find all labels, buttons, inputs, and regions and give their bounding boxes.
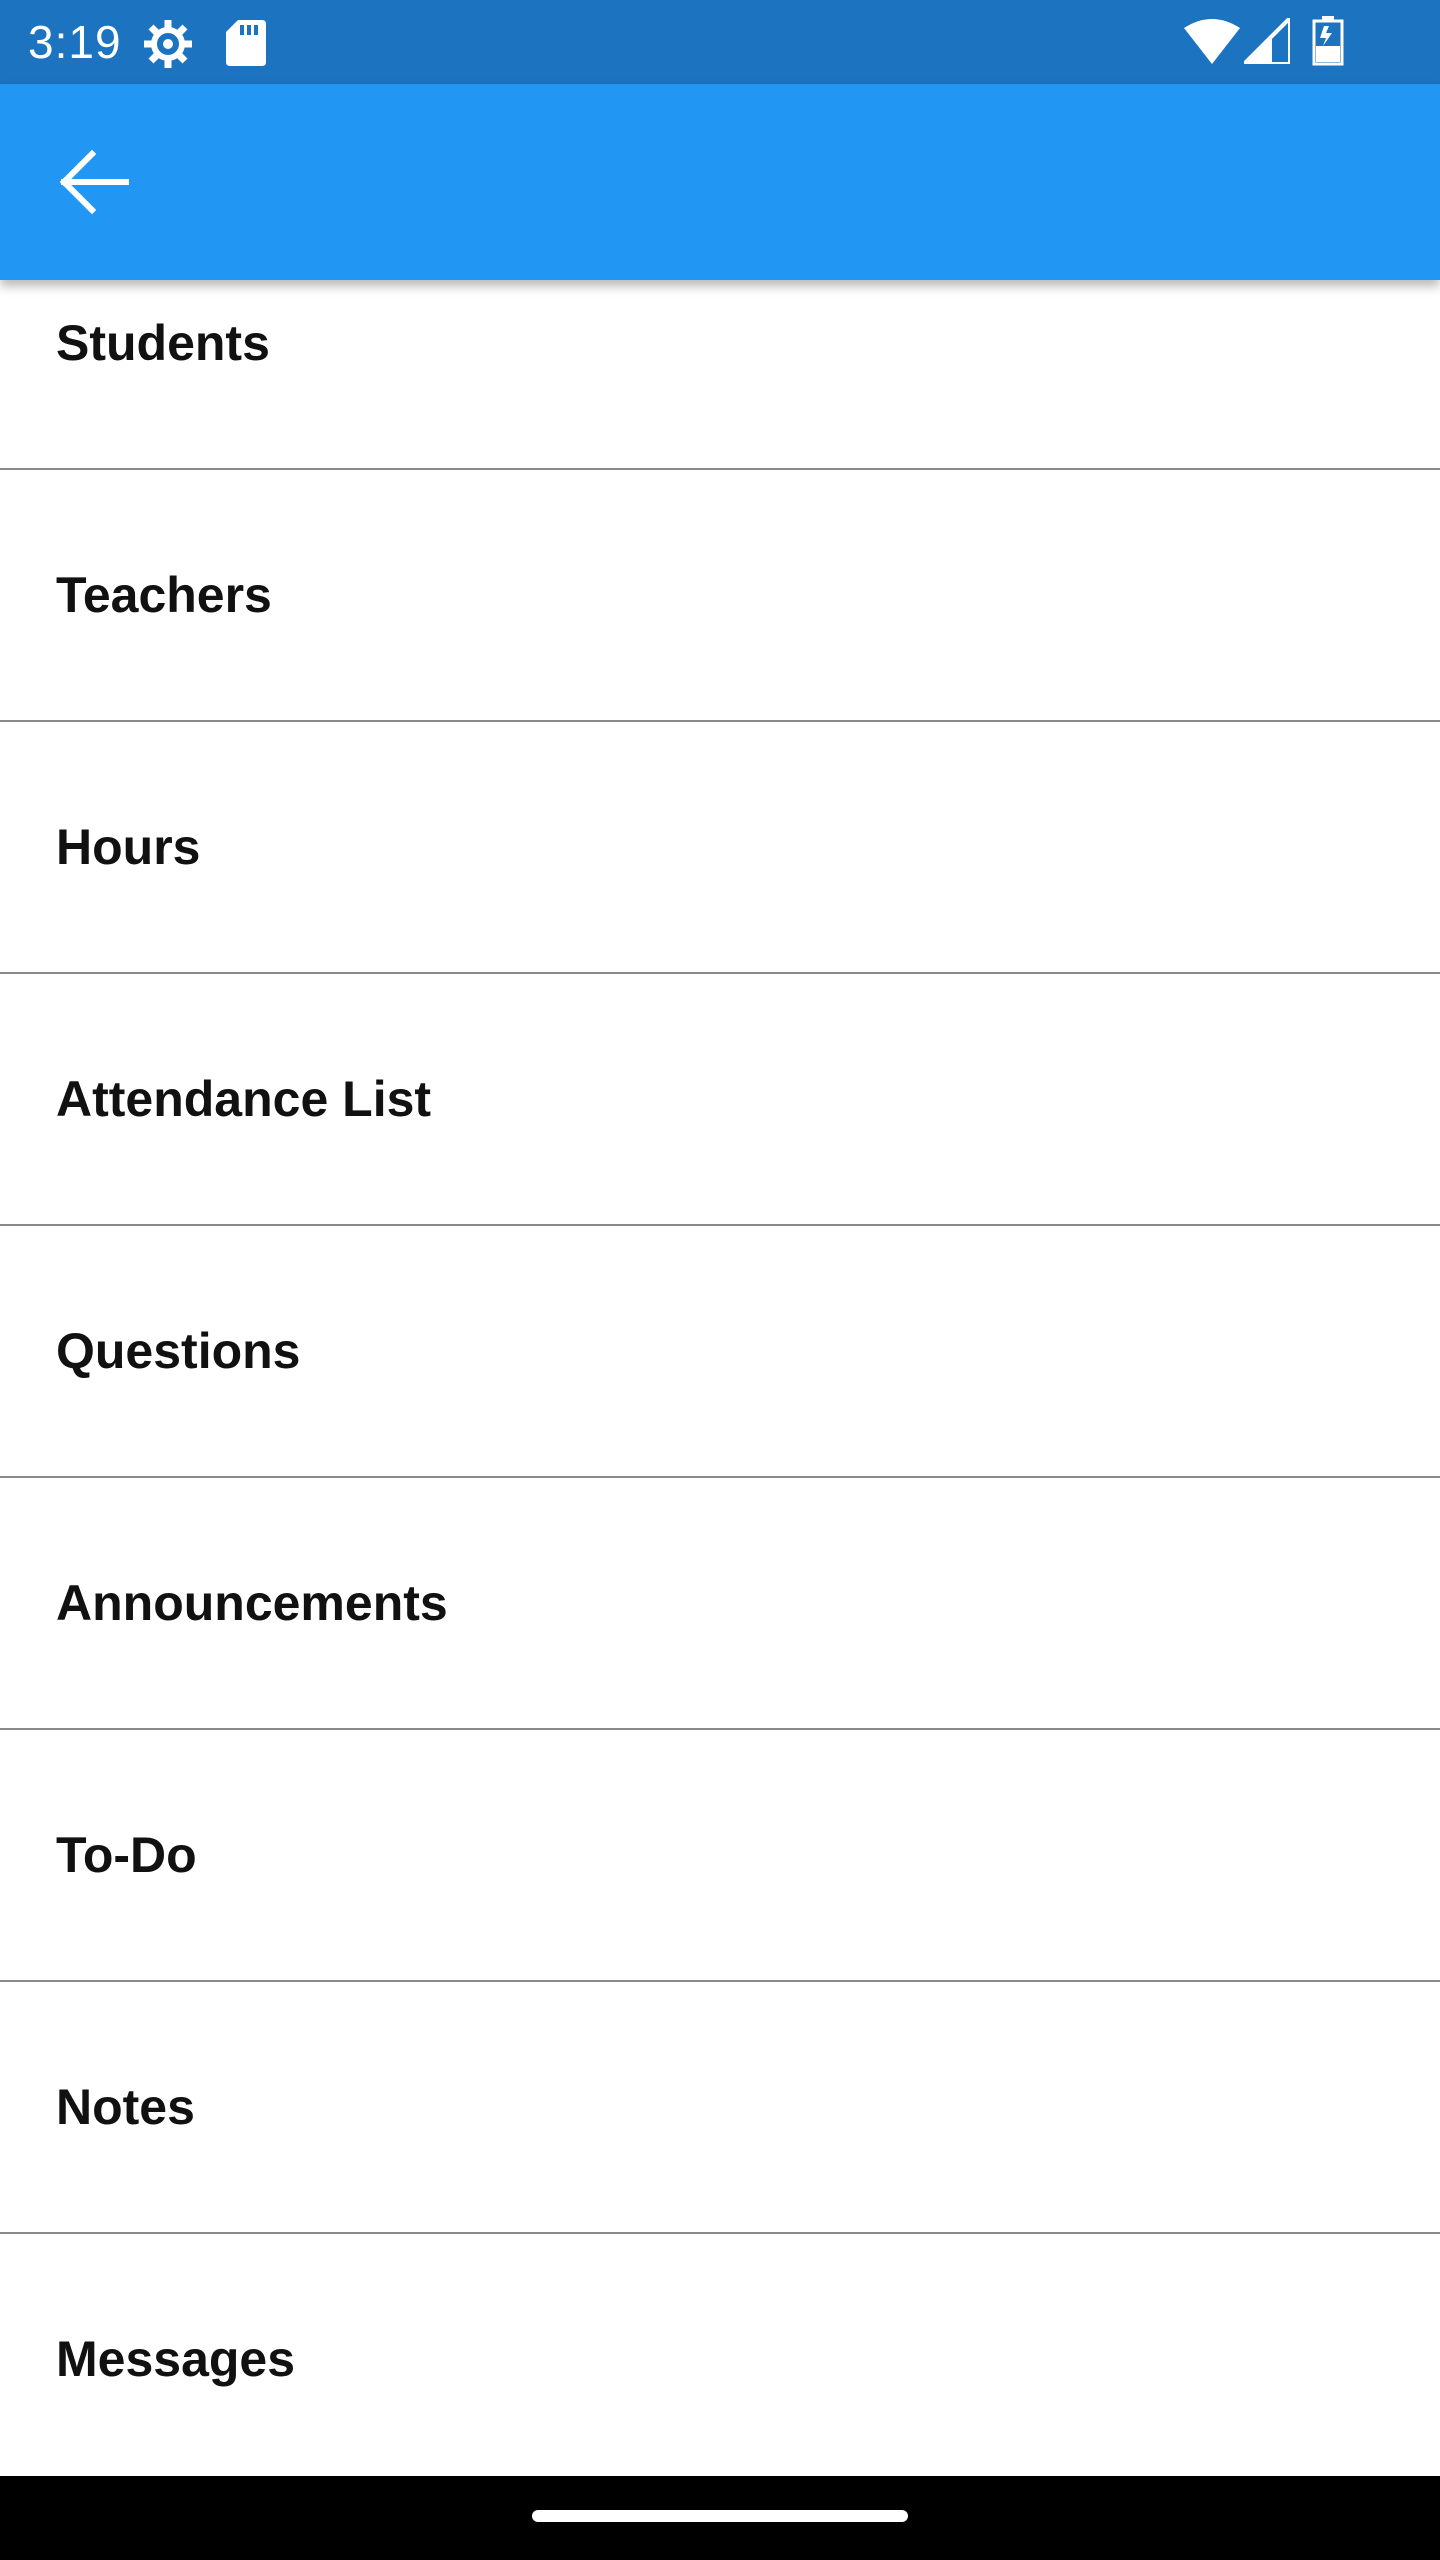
list-item-label: Attendance List <box>56 1071 432 1127</box>
gear-icon <box>144 20 192 68</box>
app-bar <box>0 84 1440 280</box>
home-gesture-handle[interactable] <box>532 2510 908 2522</box>
back-button[interactable] <box>40 128 148 236</box>
battery-icon <box>1312 16 1344 66</box>
list-item-label: Hours <box>56 819 201 875</box>
status-time: 3:19 <box>28 16 122 68</box>
menu-list: Students Teachers Hours Attendance List … <box>0 280 1440 2476</box>
wifi-icon <box>1184 19 1240 64</box>
list-item-announcements[interactable]: Announcements <box>0 1478 1440 1730</box>
list-item-label: Students <box>56 315 270 371</box>
list-item-label: Announcements <box>56 1575 448 1631</box>
list-item-notes[interactable]: Notes <box>0 1982 1440 2234</box>
cellular-signal-icon <box>1244 18 1290 64</box>
list-item-hours[interactable]: Hours <box>0 722 1440 974</box>
list-item-questions[interactable]: Questions <box>0 1226 1440 1478</box>
status-bar: 3:19 <box>0 0 1440 84</box>
list-item-label: Teachers <box>56 567 272 623</box>
system-navigation-bar <box>0 2476 1440 2560</box>
list-item-students[interactable]: Students <box>0 280 1440 470</box>
list-item-teachers[interactable]: Teachers <box>0 470 1440 722</box>
list-item-label: Messages <box>56 2331 296 2387</box>
list-item-messages[interactable]: Messages <box>0 2234 1440 2476</box>
list-item-label: Notes <box>56 2079 195 2135</box>
list-item-label: Questions <box>56 1323 301 1379</box>
arrow-left-icon <box>59 149 129 215</box>
sd-card-icon <box>226 20 266 66</box>
list-item-label: To-Do <box>56 1827 197 1883</box>
list-item-to-do[interactable]: To-Do <box>0 1730 1440 1982</box>
list-item-attendance-list[interactable]: Attendance List <box>0 974 1440 1226</box>
